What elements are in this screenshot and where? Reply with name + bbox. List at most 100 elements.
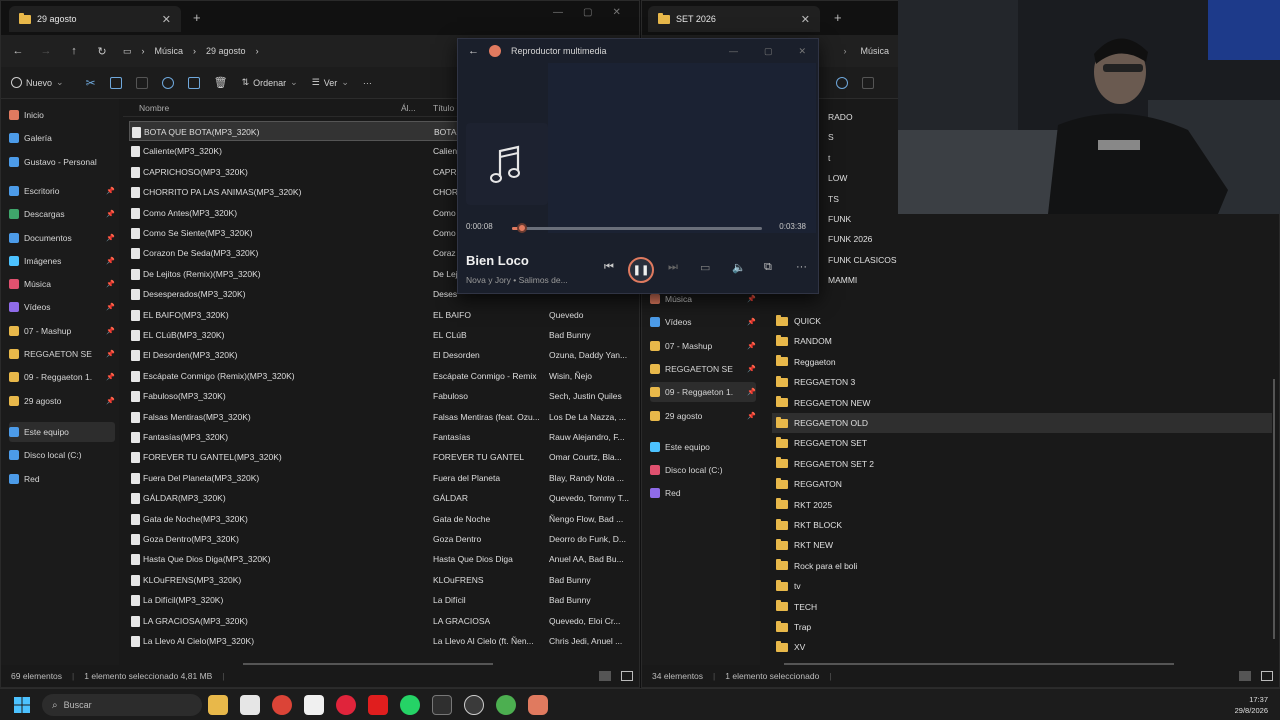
nav-item[interactable]: Galería — [9, 128, 115, 148]
close-icon[interactable]: ✕ — [801, 13, 810, 26]
nav-item[interactable]: 07 - Mashup 📌 — [650, 336, 756, 356]
next-icon[interactable]: ⏭ — [668, 261, 678, 274]
breadcrumb-item[interactable]: 29 agosto — [206, 46, 246, 56]
nav-item[interactable]: Red — [650, 483, 756, 503]
folder-item[interactable]: REGGAETON 3 — [776, 372, 855, 392]
paste-icon[interactable] — [135, 76, 148, 89]
new-tab-icon[interactable]: + — [193, 10, 201, 25]
tiles-view-icon[interactable] — [1261, 671, 1273, 681]
nav-item[interactable]: Disco local (C:) — [9, 445, 115, 465]
tiles-view-icon[interactable] — [621, 671, 633, 681]
minimize-icon[interactable]: — — [553, 7, 563, 18]
seek-thumb[interactable] — [517, 223, 527, 233]
opera-icon[interactable] — [336, 695, 356, 715]
whatsapp-icon[interactable] — [400, 695, 420, 715]
seek-bar[interactable] — [512, 223, 762, 233]
folder-item[interactable]: FUNK CLASICOS — [828, 250, 897, 270]
table-row[interactable]: GÁLDAR(MP3_320K) GÁLDAR Quevedo, Tommy T..… — [129, 488, 639, 508]
nav-item[interactable]: Gustavo - Personal — [9, 152, 115, 172]
nav-item[interactable]: Documentos 📌 — [9, 228, 115, 248]
nav-item[interactable]: 07 - Mashup 📌 — [9, 321, 115, 341]
media-player-taskbar-icon[interactable] — [528, 695, 548, 715]
table-row[interactable]: Fantasías(MP3_320K) Fantasías Rauw Alejand… — [129, 427, 639, 447]
folder-item[interactable]: RKT NEW — [776, 535, 833, 555]
nav-item[interactable]: Este equipo — [650, 437, 756, 457]
maximize-icon[interactable]: ▢ — [764, 46, 773, 57]
volume-icon[interactable]: 🔈 — [732, 261, 746, 274]
nav-item[interactable]: REGGAETON SE 📌 — [9, 344, 115, 364]
folder-item[interactable]: Trap — [776, 617, 811, 637]
nav-item[interactable]: REGGAETON SE 📌 — [650, 359, 756, 379]
delete-icon[interactable]: 🗑 — [214, 76, 228, 89]
calendar-app-icon[interactable] — [240, 695, 260, 715]
tab-29-agosto[interactable]: 29 agosto ✕ — [9, 6, 181, 32]
nav-item[interactable]: 29 agosto 📌 — [650, 406, 756, 426]
nav-item[interactable]: Vídeos 📌 — [650, 312, 756, 332]
folder-item[interactable]: RANDOM — [776, 331, 832, 351]
table-row[interactable]: LA GRACIOSA(MP3_320K) LA GRACIOSA Quevedo,… — [129, 611, 639, 631]
close-window-icon[interactable]: ✕ — [798, 46, 806, 57]
nav-item[interactable]: Imágenes 📌 — [9, 251, 115, 271]
folder-item[interactable]: tv — [776, 576, 801, 596]
folder-item[interactable]: FUNK 2026 — [828, 229, 872, 249]
folder-item[interactable]: RKT BLOCK — [776, 515, 842, 535]
chrome-icon[interactable] — [272, 695, 292, 715]
nav-item[interactable]: 09 - Reggaeton 1. 📌 — [650, 382, 756, 403]
folder-item[interactable]: RADO — [828, 107, 853, 127]
table-row[interactable]: Hasta Que Dios Diga(MP3_320K) Hasta Que D… — [129, 549, 639, 569]
share-icon[interactable] — [187, 76, 200, 89]
close-window-icon[interactable]: ✕ — [612, 7, 620, 18]
chrome-icon[interactable] — [496, 695, 516, 715]
minimize-icon[interactable]: — — [729, 46, 738, 56]
folder-item[interactable]: MAMMI — [828, 270, 857, 290]
folder-item[interactable]: t — [828, 148, 830, 168]
miniplayer-icon[interactable]: ▭ — [700, 261, 710, 274]
details-view-icon[interactable] — [599, 671, 611, 681]
table-row[interactable]: Escápate Conmigo (Remix)(MP3_320K) Escápa… — [129, 366, 639, 386]
nav-item[interactable]: Disco local (C:) — [650, 460, 756, 480]
details-view-icon[interactable] — [1239, 671, 1251, 681]
copy-icon[interactable] — [109, 76, 122, 89]
nav-item[interactable]: Inicio — [9, 105, 115, 125]
table-row[interactable]: Gata de Noche(MP3_320K) Gata de Noche Ñeng… — [129, 509, 639, 529]
table-row[interactable]: FOREVER TU GANTEL(MP3_320K) FOREVER TU GA… — [129, 447, 639, 467]
folder-item[interactable]: QUICK — [776, 311, 821, 331]
more-icon[interactable]: ··· — [363, 78, 372, 88]
folder-item[interactable]: TECH — [776, 597, 817, 617]
terminal-icon[interactable] — [432, 695, 452, 715]
more-options-icon[interactable]: ··· — [796, 261, 807, 273]
folder-item[interactable]: XV — [776, 637, 805, 657]
nav-item[interactable]: 29 agosto 📌 — [9, 391, 115, 411]
previous-icon[interactable]: ⏮ — [604, 261, 614, 274]
new-tab-icon[interactable]: + — [834, 10, 842, 25]
cut-icon[interactable]: ✂ — [86, 76, 96, 90]
table-row[interactable]: La Difícil(MP3_320K) La Difícil Bad Bunny — [129, 590, 639, 610]
folder-item[interactable]: REGGAETON SET — [776, 433, 867, 453]
table-row[interactable]: La Llevo Al Cielo(MP3_320K) La Llevo Al C… — [129, 631, 639, 651]
folder-item[interactable]: TS — [828, 189, 839, 209]
folder-item[interactable]: Rock para el boli — [776, 556, 857, 576]
start-button[interactable] — [14, 697, 30, 713]
breadcrumb-item[interactable]: Música — [860, 46, 889, 56]
folder-item[interactable]: RKT 2025 — [776, 495, 832, 515]
folder-item[interactable]: REGGAETON SET 2 — [776, 454, 874, 474]
nav-item[interactable]: Escritorio 📌 — [9, 181, 115, 201]
table-row[interactable]: Goza Dentro(MP3_320K) Goza Dentro Deorro d… — [129, 529, 639, 549]
nav-item[interactable]: Red — [9, 469, 115, 489]
cast-icon[interactable]: ⧉ — [764, 261, 772, 274]
forward-icon[interactable]: → — [39, 45, 53, 57]
up-icon[interactable]: ↑ — [67, 45, 81, 57]
steam-icon[interactable] — [464, 695, 484, 715]
nav-item[interactable]: Descargas 📌 — [9, 204, 115, 224]
column-name[interactable]: Nombre — [139, 103, 169, 113]
share-icon[interactable] — [836, 76, 848, 89]
column-album[interactable]: Ál... — [401, 103, 416, 113]
back-icon[interactable]: ← — [468, 45, 479, 57]
nav-item[interactable]: Música 📌 — [9, 274, 115, 294]
table-row[interactable]: Fuera Del Planeta(MP3_320K) Fuera del Pla… — [129, 468, 639, 488]
tab-set-2026[interactable]: SET 2026 ✕ — [648, 6, 820, 32]
table-row[interactable]: EL CLúB(MP3_320K) EL CLúB Bad Bunny — [129, 325, 639, 345]
vertical-scrollbar[interactable] — [1273, 379, 1275, 639]
refresh-icon[interactable]: ↻ — [95, 45, 109, 58]
breadcrumb-item[interactable]: Música — [155, 46, 184, 56]
